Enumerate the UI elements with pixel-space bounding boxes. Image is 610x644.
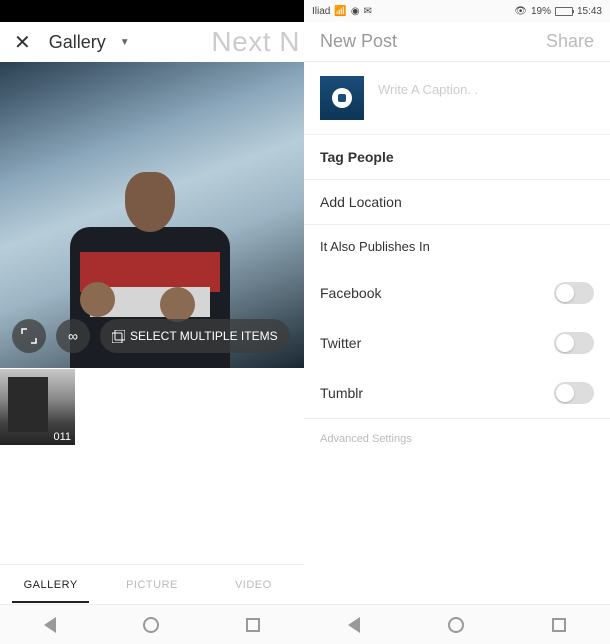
tab-picture[interactable]: PICTURE (101, 567, 202, 603)
advanced-settings-row[interactable]: Advanced Settings (304, 419, 610, 459)
add-location-row[interactable]: Add Location (304, 180, 610, 225)
time-label: 15:43 (577, 6, 602, 17)
preview-controls: ∞ SELECT MULTIPLE ITEMS (0, 319, 304, 353)
triangle-back-icon (44, 617, 56, 633)
mail-icon: ✉ (364, 6, 372, 17)
tumblr-toggle[interactable] (554, 382, 594, 404)
also-publish-section: It Also Publishes In (304, 225, 610, 268)
tag-people-label: Tag People (320, 149, 394, 165)
post-thumbnail[interactable] (320, 76, 364, 120)
android-nav-bar (0, 604, 304, 644)
battery-icon (555, 7, 573, 16)
chevron-down-icon: ▼ (120, 37, 130, 48)
twitter-row: Twitter (304, 318, 610, 368)
close-icon[interactable]: ✕ (14, 30, 31, 55)
wifi-icon: ◉ (351, 6, 360, 17)
media-preview[interactable]: ∞ SELECT MULTIPLE ITEMS (0, 62, 304, 368)
facebook-row: Facebook (304, 268, 610, 318)
expand-icon (21, 328, 37, 344)
twitter-toggle[interactable] (554, 332, 594, 354)
select-multiple-button[interactable]: SELECT MULTIPLE ITEMS (100, 319, 290, 353)
square-recent-icon (246, 618, 260, 632)
stack-icon (112, 330, 125, 343)
thumbnail-row: 011 (0, 368, 304, 448)
left-header: ✕ Gallery ▼ Next N (0, 22, 304, 62)
triangle-back-icon (348, 617, 360, 633)
circle-home-icon (448, 617, 464, 633)
right-header: New Post Share (304, 22, 610, 62)
facebook-toggle[interactable] (554, 282, 594, 304)
boomerang-button[interactable]: ∞ (56, 319, 90, 353)
video-icon (332, 88, 352, 108)
source-dropdown[interactable]: Gallery ▼ (49, 32, 130, 53)
left-status-bar (0, 0, 304, 22)
status-bar: Iliad 📶 ◉ ✉ 👁 19% 15:43 (304, 0, 610, 22)
square-recent-icon (552, 618, 566, 632)
nav-back-button[interactable] (44, 617, 56, 633)
infinity-icon: ∞ (68, 328, 78, 344)
expand-crop-button[interactable] (12, 319, 46, 353)
android-nav-bar-right (304, 604, 610, 644)
tab-video[interactable]: VIDEO (203, 567, 304, 603)
gallery-picker-panel: ✕ Gallery ▼ Next N ∞ (0, 0, 304, 644)
nav-back-button[interactable] (348, 617, 360, 633)
tumblr-row: Tumblr (304, 368, 610, 419)
tag-people-row[interactable]: Tag People (304, 135, 610, 180)
signal-icon: 📶 (334, 6, 346, 17)
eye-icon: 👁 (514, 6, 527, 17)
caption-input[interactable]: Write A Caption. . (378, 76, 594, 97)
caption-row: Write A Caption. . (304, 62, 610, 135)
page-title: New Post (320, 31, 397, 52)
nav-recent-button[interactable] (552, 618, 566, 632)
thumbnail-duration: 011 (53, 431, 71, 443)
tab-gallery[interactable]: GALLERY (0, 567, 101, 603)
new-post-panel: Iliad 📶 ◉ ✉ 👁 19% 15:43 New Post Share W… (304, 0, 610, 644)
twitter-label: Twitter (320, 335, 361, 351)
advanced-settings-label: Advanced Settings (320, 433, 412, 445)
battery-percent: 19% (531, 6, 551, 17)
nav-home-button[interactable] (143, 617, 159, 633)
facebook-label: Facebook (320, 285, 381, 301)
tumblr-label: Tumblr (320, 385, 363, 401)
next-button[interactable]: Next N (211, 26, 300, 58)
circle-home-icon (143, 617, 159, 633)
also-publish-label: It Also Publishes In (320, 239, 430, 254)
nav-home-button[interactable] (448, 617, 464, 633)
share-button[interactable]: Share (546, 31, 594, 52)
select-multiple-label: SELECT MULTIPLE ITEMS (130, 329, 278, 343)
add-location-label: Add Location (320, 194, 402, 210)
bottom-tabs: GALLERY PICTURE VIDEO (0, 564, 304, 604)
thumbnail-item[interactable]: 011 (0, 369, 75, 445)
nav-recent-button[interactable] (246, 618, 260, 632)
source-label: Gallery (49, 32, 106, 53)
carrier-label: Iliad (312, 6, 330, 17)
